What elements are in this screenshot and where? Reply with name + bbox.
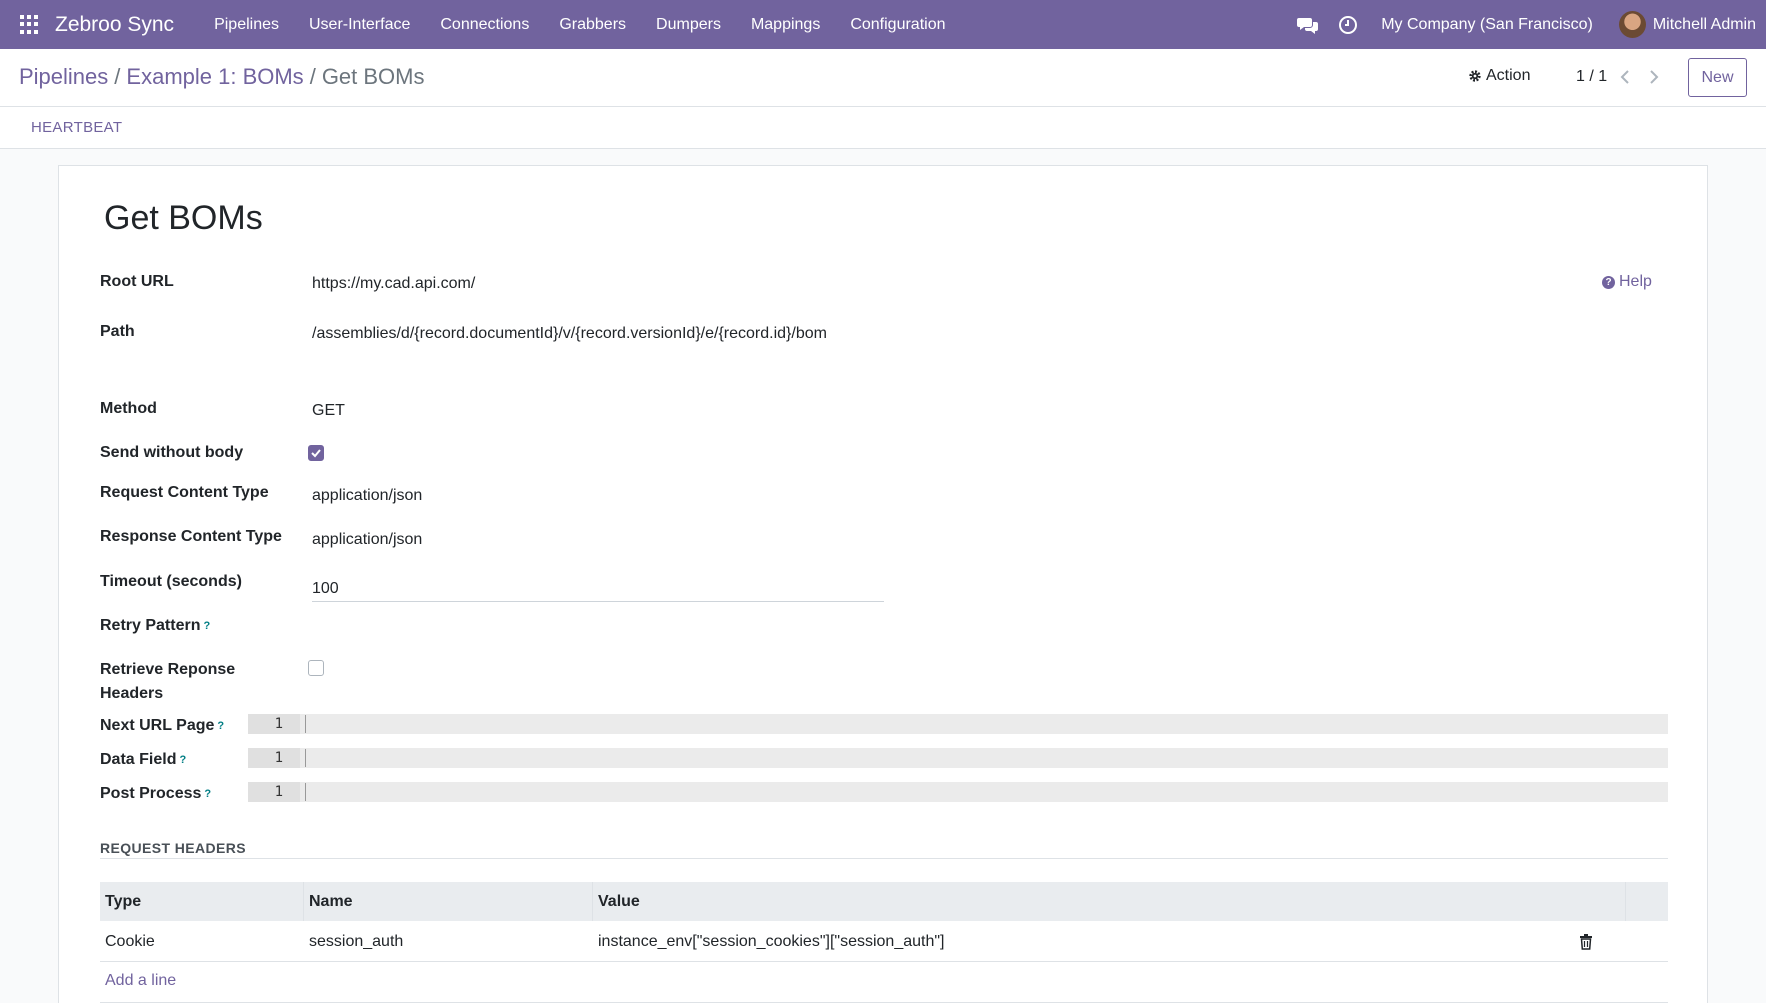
form-statusbar: HEARTBEAT <box>0 107 1766 149</box>
clock-icon[interactable] <box>1337 14 1359 36</box>
user-menu[interactable]: Mitchell Admin <box>1653 16 1756 34</box>
request-content-type-field[interactable]: application/json <box>312 484 422 508</box>
company-switcher[interactable]: My Company (San Francisco) <box>1381 16 1593 34</box>
data-field-label: Data Field? <box>100 751 187 768</box>
gear-icon <box>1469 70 1481 82</box>
top-navbar: Zebroo Sync Pipelines User-Interface Con… <box>0 0 1766 49</box>
breadcrumb-current: Get BOMs <box>321 64 425 89</box>
menu-item-connections[interactable]: Connections <box>425 16 544 34</box>
heartbeat-button[interactable]: HEARTBEAT <box>31 119 122 136</box>
next-url-page-tooltip[interactable]: ? <box>217 720 224 732</box>
next-url-page-editor[interactable]: 1 <box>248 714 1668 734</box>
retrieve-headers-label: Retrieve Reponse Headers <box>100 661 236 702</box>
app-menu-icon[interactable] <box>20 14 40 35</box>
next-url-page-label: Next URL Page? <box>100 717 225 734</box>
app-brand[interactable]: Zebroo Sync <box>55 13 174 37</box>
question-circle-icon: ? <box>1602 275 1615 289</box>
request-content-type-label: Request Content Type <box>100 484 269 501</box>
post-process-tooltip[interactable]: ? <box>204 788 211 800</box>
path-field[interactable]: /assemblies/d/{record.documentId}/v/{rec… <box>312 322 827 346</box>
record-title: Get BOMs <box>104 199 263 237</box>
table-row[interactable]: Cookie session_auth instance_env["sessio… <box>100 921 1668 962</box>
breadcrumb-separator: / <box>309 64 316 89</box>
request-headers-title: REQUEST HEADERS <box>100 840 247 856</box>
form-sheet: Get BOMs ? Help Root URL https://my.cad.… <box>58 165 1708 1003</box>
method-label: Method <box>100 400 157 417</box>
chat-bubbles-icon[interactable] <box>1297 14 1319 36</box>
control-panel: Pipelines / Example 1: BOMs / Get BOMs Actio… <box>0 49 1766 107</box>
section-divider <box>100 858 1668 859</box>
timeout-label: Timeout (seconds) <box>100 573 242 590</box>
menu-item-grabbers[interactable]: Grabbers <box>544 16 641 34</box>
cell-name: session_auth <box>309 933 404 950</box>
method-field[interactable]: GET <box>312 399 345 423</box>
root-url-field[interactable]: https://my.cad.api.com/ <box>312 272 475 296</box>
menu-item-configuration[interactable]: Configuration <box>835 16 960 34</box>
breadcrumb: Pipelines / Example 1: BOMs / Get BOMs <box>19 64 425 90</box>
cell-value: instance_env["session_cookies"]["session… <box>598 933 945 950</box>
add-line-link[interactable]: Add a line <box>105 972 176 990</box>
help-label: Help <box>1619 273 1652 290</box>
breadcrumb-separator: / <box>114 64 121 89</box>
trash-icon[interactable] <box>1579 934 1593 950</box>
menu-item-pipelines[interactable]: Pipelines <box>199 16 294 34</box>
text-cursor <box>305 783 306 801</box>
column-header-value[interactable]: Value <box>593 882 1626 921</box>
menu-item-mappings[interactable]: Mappings <box>736 16 835 34</box>
chevron-right-icon[interactable] <box>1644 68 1662 86</box>
path-label: Path <box>100 323 135 340</box>
action-label: Action <box>1486 67 1531 84</box>
retry-pattern-label: Retry Pattern? <box>100 617 211 634</box>
root-url-label: Root URL <box>100 273 174 290</box>
main-menu: Pipelines User-Interface Connections Gra… <box>199 16 960 34</box>
data-field-editor[interactable]: 1 <box>248 748 1668 768</box>
checkmark-icon <box>311 449 321 458</box>
post-process-editor[interactable]: 1 <box>248 782 1668 802</box>
breadcrumb-parent[interactable]: Example 1: BOMs <box>126 64 303 89</box>
pager-value[interactable]: 1 / 1 <box>1576 68 1607 86</box>
new-record-button[interactable]: New <box>1688 58 1747 97</box>
column-header-type[interactable]: Type <box>100 882 304 921</box>
breadcrumb-pipelines[interactable]: Pipelines <box>19 64 108 89</box>
action-menu-button[interactable]: Action <box>1468 67 1530 85</box>
send-without-body-label: Send without body <box>100 444 244 461</box>
menu-item-dumpers[interactable]: Dumpers <box>641 16 736 34</box>
help-link[interactable]: ? Help <box>1602 273 1652 291</box>
retrieve-headers-checkbox[interactable] <box>308 660 324 676</box>
menu-item-user-interface[interactable]: User-Interface <box>294 16 425 34</box>
response-content-type-label: Response Content Type <box>100 528 282 545</box>
request-headers-table-header: Type Name Value <box>100 882 1668 921</box>
data-field-tooltip[interactable]: ? <box>179 754 186 766</box>
send-without-body-checkbox[interactable] <box>308 445 324 461</box>
line-number: 1 <box>248 782 300 802</box>
line-number: 1 <box>248 714 300 734</box>
post-process-label: Post Process? <box>100 785 212 802</box>
line-number: 1 <box>248 748 300 768</box>
cell-type: Cookie <box>105 933 155 950</box>
timeout-input[interactable] <box>312 572 884 602</box>
text-cursor <box>305 749 306 767</box>
user-avatar[interactable] <box>1618 11 1646 38</box>
retry-pattern-tooltip[interactable]: ? <box>203 620 210 632</box>
column-header-name[interactable]: Name <box>304 882 593 921</box>
response-content-type-field[interactable]: application/json <box>312 528 422 552</box>
text-cursor <box>305 715 306 733</box>
navbar-systray: My Company (San Francisco) Mitchell Admi… <box>1297 0 1766 49</box>
chevron-left-icon[interactable] <box>1617 68 1635 86</box>
